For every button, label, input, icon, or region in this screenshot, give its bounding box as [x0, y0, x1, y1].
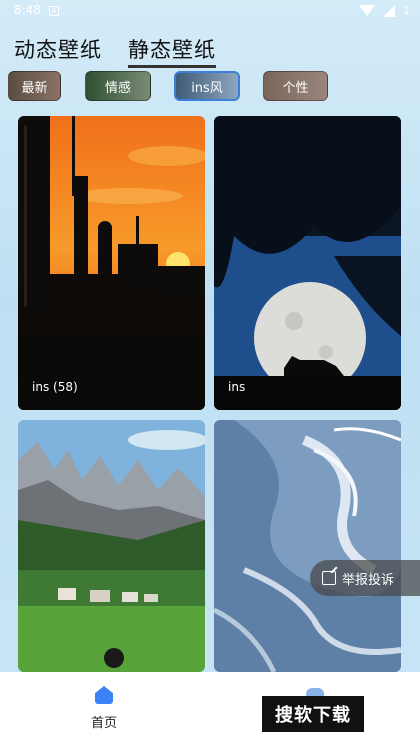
signal-icon — [383, 4, 395, 17]
home-icon — [95, 686, 113, 704]
card-title: ins (58) — [32, 380, 78, 394]
notification-icon: A — [49, 6, 59, 16]
status-bar: 8:48 A 1 — [0, 0, 420, 24]
report-label: 举报投诉 — [342, 572, 395, 588]
status-indicators: 1 — [359, 4, 410, 17]
report-button[interactable]: 举报投诉 — [310, 560, 420, 596]
wifi-icon — [359, 5, 375, 16]
battery-level: 1 — [403, 4, 410, 17]
wallpaper-card-abstract[interactable] — [214, 420, 401, 672]
chip-emotion[interactable]: 情感 — [85, 71, 151, 101]
card-title: ins — [228, 380, 246, 394]
edit-report-icon — [322, 571, 336, 585]
tab-static-wallpaper[interactable]: 静态壁纸 — [128, 34, 216, 68]
wallpaper-card-moon[interactable]: ins — [214, 116, 401, 410]
category-chips: 最新 情感 ins风 个性 — [8, 71, 420, 102]
status-time: 8:48 — [14, 3, 41, 17]
mountains-image — [18, 420, 205, 672]
moon-image — [214, 116, 401, 410]
nav-home-label: 首页 — [90, 716, 117, 731]
abstract-image — [214, 420, 401, 672]
tab-dynamic-wallpaper[interactable]: 动态壁纸 — [14, 34, 102, 68]
wallpaper-card-mountains[interactable] — [18, 420, 205, 672]
chip-latest[interactable]: 最新 — [8, 71, 61, 101]
watermark: 搜软下载 — [262, 696, 364, 732]
nav-home[interactable]: 首页 — [84, 686, 124, 731]
chip-personality[interactable]: 个性 — [263, 71, 328, 101]
sunset-image — [18, 116, 205, 410]
wallpaper-type-tabs: 动态壁纸 静态壁纸 — [14, 34, 216, 68]
chip-ins-style[interactable]: ins风 — [174, 71, 240, 101]
wallpaper-card-sunset[interactable]: ins (58) — [18, 116, 205, 410]
